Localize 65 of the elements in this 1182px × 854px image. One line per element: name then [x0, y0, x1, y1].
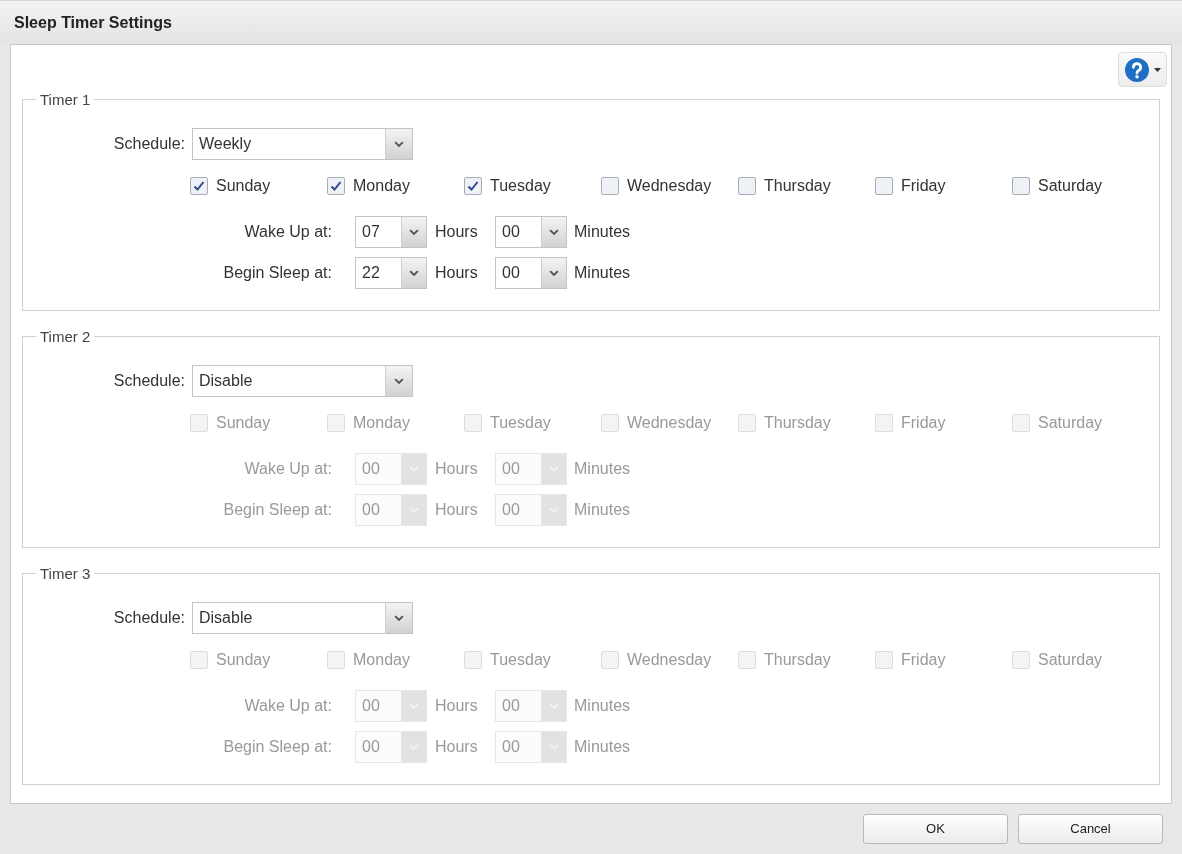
checkbox-label: Tuesday: [490, 176, 551, 196]
unit-label: Minutes: [574, 737, 631, 757]
schedule-select[interactable]: Weekly: [192, 128, 413, 160]
group-legend: Timer 2: [36, 328, 95, 345]
checkbox-label: Tuesday: [490, 413, 551, 433]
checkbox[interactable]: [464, 177, 482, 195]
minute-select[interactable]: 00: [495, 257, 567, 289]
dialog-button[interactable]: OK: [863, 814, 1008, 844]
group-legend: Timer 3: [36, 565, 95, 582]
checkbox[interactable]: [1012, 177, 1030, 195]
field-label: Schedule:: [113, 134, 185, 154]
checkbox-label: Sunday: [216, 176, 271, 196]
checkbox[interactable]: [875, 177, 893, 195]
checkbox[interactable]: [601, 177, 619, 195]
dialog-button[interactable]: Cancel: [1018, 814, 1163, 844]
checkbox-label: Monday: [353, 413, 410, 433]
field-label: Schedule:: [113, 371, 185, 391]
unit-label: Minutes: [574, 459, 631, 479]
checkbox-label: Wednesday: [627, 650, 712, 670]
minute-select[interactable]: 00: [495, 216, 567, 248]
field-label: Wake Up at:: [244, 459, 332, 479]
checkbox-label: Thursday: [764, 176, 831, 196]
field-label: Wake Up at:: [244, 696, 332, 716]
field-label: Begin Sleep at:: [223, 263, 332, 283]
checkbox-label: Friday: [901, 650, 946, 670]
unit-label: Hours: [435, 263, 478, 283]
checkbox-label: Saturday: [1038, 176, 1103, 196]
checkbox-label: Monday: [353, 650, 410, 670]
window-title: Sleep Timer Settings: [14, 12, 172, 33]
checkbox-label: Saturday: [1038, 413, 1103, 433]
group-legend: Timer 1: [36, 91, 95, 108]
field-label: Wake Up at:: [244, 222, 332, 242]
checkbox-label: Sunday: [216, 650, 271, 670]
field-label: Schedule:: [113, 608, 185, 628]
field-label: Begin Sleep at:: [223, 737, 332, 757]
unit-label: Minutes: [574, 696, 631, 716]
checkbox[interactable]: [190, 177, 208, 195]
checkbox-label: Wednesday: [627, 413, 712, 433]
checkbox[interactable]: [327, 177, 345, 195]
help-icon: [1124, 57, 1149, 82]
checkbox-label: Friday: [901, 413, 946, 433]
unit-label: Minutes: [574, 222, 631, 242]
unit-label: Hours: [435, 500, 478, 520]
checkbox-label: Thursday: [764, 650, 831, 670]
help-button[interactable]: [1118, 52, 1167, 87]
unit-label: Minutes: [574, 500, 631, 520]
unit-label: Hours: [435, 737, 478, 757]
checkbox-label: Sunday: [216, 413, 271, 433]
unit-label: Hours: [435, 696, 478, 716]
unit-label: Hours: [435, 222, 478, 242]
checkbox-label: Tuesday: [490, 650, 551, 670]
field-label: Begin Sleep at:: [223, 500, 332, 520]
checkbox-label: Saturday: [1038, 650, 1103, 670]
hour-select[interactable]: 07: [355, 216, 427, 248]
hour-select[interactable]: 22: [355, 257, 427, 289]
checkbox-label: Monday: [353, 176, 410, 196]
checkbox-label: Wednesday: [627, 176, 712, 196]
checkbox-label: Friday: [901, 176, 946, 196]
schedule-select[interactable]: Disable: [192, 365, 413, 397]
caret-icon: [1153, 67, 1161, 72]
unit-label: Hours: [435, 459, 478, 479]
checkbox[interactable]: [738, 177, 756, 195]
unit-label: Minutes: [574, 263, 631, 283]
checkbox-label: Thursday: [764, 413, 831, 433]
schedule-select[interactable]: Disable: [192, 602, 413, 634]
